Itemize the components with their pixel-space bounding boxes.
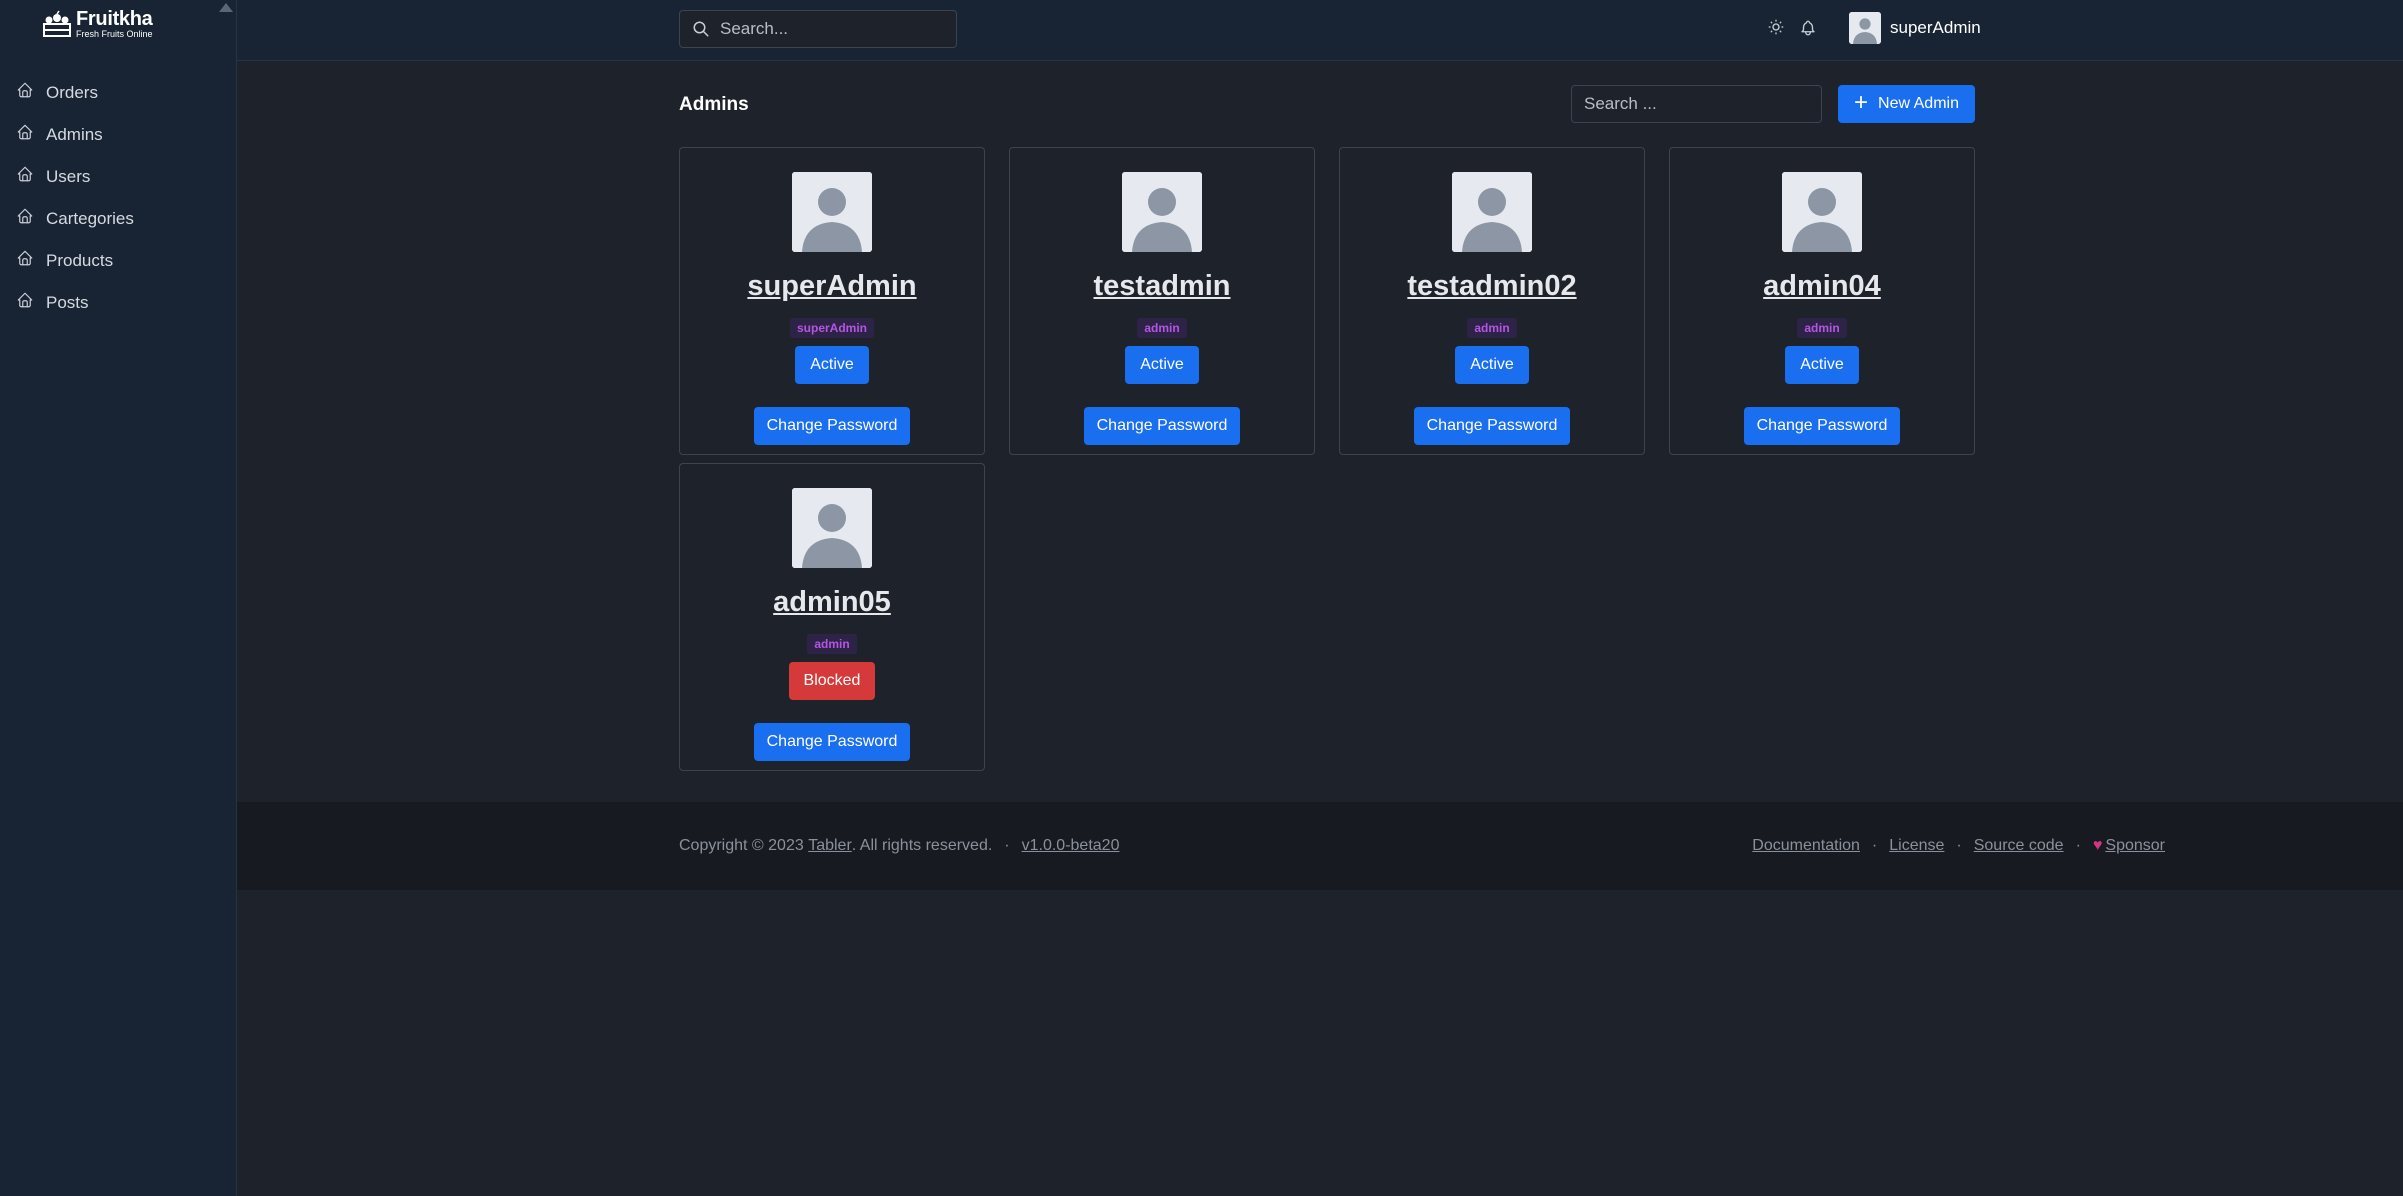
admin-card: testadmin admin Active Change Password bbox=[1009, 147, 1315, 455]
sidebar: Fruitkha Fresh Fruits Online Orders Admi… bbox=[0, 0, 237, 1196]
search-icon bbox=[693, 21, 709, 37]
user-silhouette-icon bbox=[1849, 12, 1881, 44]
home-icon bbox=[17, 292, 33, 308]
role-badge: admin bbox=[807, 634, 857, 654]
user-silhouette-icon bbox=[792, 172, 872, 252]
sidebar-item-label: Orders bbox=[46, 83, 98, 102]
footer: Copyright © 2023 Tabler. All rights rese… bbox=[237, 802, 2403, 890]
current-user-name: superAdmin bbox=[1890, 18, 1981, 37]
admin-username-link[interactable]: admin04 bbox=[1670, 270, 1974, 303]
admin-card: superAdmin superAdmin Active Change Pass… bbox=[679, 147, 985, 455]
sidebar-item-label: Products bbox=[46, 251, 114, 270]
license-link[interactable]: License bbox=[1889, 837, 1944, 855]
sidebar-item-label: Admins bbox=[46, 125, 103, 144]
collapse-caret-icon[interactable] bbox=[219, 3, 233, 12]
admin-username-link[interactable]: admin05 bbox=[680, 586, 984, 619]
user-silhouette-icon bbox=[1122, 172, 1202, 252]
sponsor-link[interactable]: Sponsor bbox=[2105, 837, 2165, 855]
new-admin-label: New Admin bbox=[1878, 95, 1959, 112]
user-silhouette-icon bbox=[1452, 172, 1532, 252]
plus-icon: + bbox=[1854, 89, 1869, 116]
change-password-button[interactable]: Change Password bbox=[1743, 407, 1901, 445]
user-silhouette-icon bbox=[792, 488, 872, 568]
tabler-link[interactable]: Tabler bbox=[808, 837, 852, 855]
sidebar-item-label: Users bbox=[46, 167, 91, 186]
sidebar-item-label: Cartegories bbox=[46, 209, 134, 228]
footer-links: Documentation · License · Source code · … bbox=[1752, 837, 2165, 855]
role-badge: admin bbox=[1137, 318, 1187, 338]
role-badge: superAdmin bbox=[789, 318, 874, 338]
admin-username-link[interactable]: superAdmin bbox=[680, 270, 984, 303]
status-button[interactable]: Active bbox=[1785, 346, 1859, 384]
sidebar-item-categories[interactable]: Cartegories bbox=[0, 198, 237, 240]
footer-separator: · bbox=[1004, 837, 1010, 854]
change-password-button[interactable]: Change Password bbox=[753, 407, 911, 445]
version-link[interactable]: v1.0.0-beta20 bbox=[1022, 837, 1120, 855]
admin-card: admin04 admin Active Change Password bbox=[1669, 147, 1975, 455]
fruit-crate-icon bbox=[43, 10, 71, 37]
admin-card: testadmin02 admin Active Change Password bbox=[1339, 147, 1645, 455]
user-menu[interactable]: superAdmin bbox=[1849, 12, 1981, 44]
status-button[interactable]: Active bbox=[795, 346, 869, 384]
home-icon bbox=[17, 124, 33, 140]
header-search-input[interactable] bbox=[720, 19, 940, 39]
admin-card: admin05 admin Blocked Change Password bbox=[679, 463, 985, 771]
copyright-suffix: . All rights reserved. bbox=[851, 837, 993, 854]
home-icon bbox=[17, 82, 33, 98]
documentation-link[interactable]: Documentation bbox=[1752, 837, 1860, 855]
admin-search[interactable] bbox=[1571, 85, 1822, 123]
admin-search-input[interactable] bbox=[1584, 94, 1809, 114]
avatar bbox=[792, 488, 872, 568]
sidebar-item-products[interactable]: Products bbox=[0, 240, 237, 282]
sidebar-item-admins[interactable]: Admins bbox=[0, 114, 237, 156]
user-silhouette-icon bbox=[1782, 172, 1862, 252]
avatar bbox=[1782, 172, 1862, 252]
heart-icon: ♥ bbox=[2092, 837, 2103, 854]
change-password-button[interactable]: Change Password bbox=[753, 723, 911, 761]
sun-icon[interactable] bbox=[1767, 18, 1785, 36]
sidebar-item-posts[interactable]: Posts bbox=[0, 282, 237, 324]
avatar bbox=[1849, 12, 1881, 44]
status-button[interactable]: Active bbox=[1125, 346, 1199, 384]
avatar bbox=[792, 172, 872, 252]
footer-copyright: Copyright © 2023 Tabler. All rights rese… bbox=[679, 837, 1119, 855]
new-admin-button[interactable]: + New Admin bbox=[1838, 85, 1975, 123]
avatar bbox=[1122, 172, 1202, 252]
sidebar-item-users[interactable]: Users bbox=[0, 156, 237, 198]
sidebar-item-orders[interactable]: Orders bbox=[0, 72, 237, 114]
role-badge: admin bbox=[1467, 318, 1517, 338]
brand-tagline: Fresh Fruits Online bbox=[76, 29, 153, 39]
home-icon bbox=[17, 166, 33, 182]
change-password-button[interactable]: Change Password bbox=[1413, 407, 1571, 445]
copyright-prefix: Copyright © 2023 bbox=[679, 837, 804, 854]
admin-username-link[interactable]: testadmin bbox=[1010, 270, 1314, 303]
home-icon bbox=[17, 208, 33, 224]
home-icon bbox=[17, 250, 33, 266]
top-header: superAdmin bbox=[237, 0, 2403, 61]
status-button[interactable]: Blocked bbox=[788, 662, 876, 700]
role-badge: admin bbox=[1797, 318, 1847, 338]
footer-separator: · bbox=[1871, 837, 1878, 854]
footer-separator: · bbox=[1956, 837, 1962, 854]
status-button[interactable]: Active bbox=[1455, 346, 1529, 384]
change-password-button[interactable]: Change Password bbox=[1083, 407, 1241, 445]
brand-logo[interactable]: Fruitkha Fresh Fruits Online bbox=[42, 9, 153, 39]
brand-name: Fruitkha bbox=[76, 8, 153, 30]
admin-username-link[interactable]: testadmin02 bbox=[1340, 270, 1644, 303]
header-search[interactable] bbox=[679, 10, 957, 48]
sidebar-item-label: Posts bbox=[46, 293, 89, 312]
footer-separator: · bbox=[2075, 837, 2081, 854]
bell-icon[interactable] bbox=[1799, 19, 1817, 37]
source-code-link[interactable]: Source code bbox=[1974, 837, 2064, 855]
page-title: Admins bbox=[679, 94, 749, 115]
sidebar-nav: Orders Admins Users Cartegories Products… bbox=[0, 72, 237, 324]
avatar bbox=[1452, 172, 1532, 252]
